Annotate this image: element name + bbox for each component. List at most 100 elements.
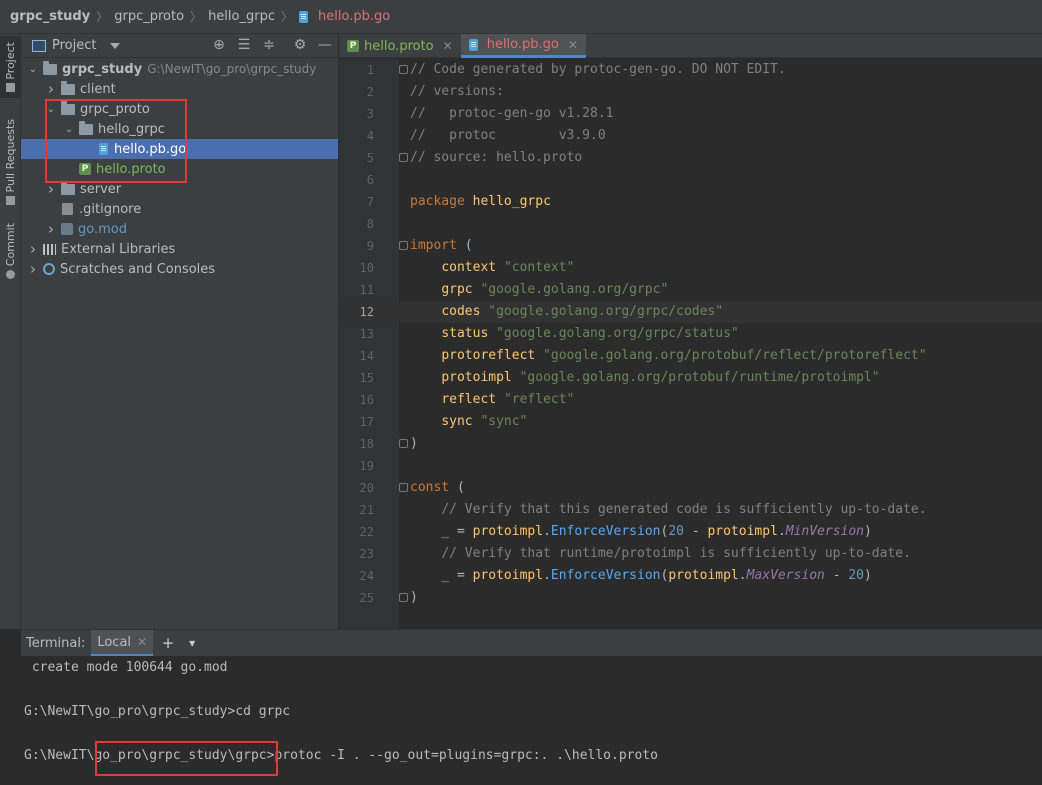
breadcrumb-item[interactable]: grpc_study xyxy=(10,9,90,24)
chevron-right-icon[interactable]: › xyxy=(45,220,57,238)
code-token: package xyxy=(410,194,473,209)
code-token: protoimpl xyxy=(707,524,778,539)
fold-marker-icon[interactable] xyxy=(399,65,408,74)
locate-icon[interactable]: ⊕ xyxy=(212,38,226,52)
code-token: "google.golang.org/protobuf/reflect/prot… xyxy=(543,348,927,363)
line-number: 1 xyxy=(366,63,374,77)
code-line: 12 codes "google.golang.org/grpc/codes" xyxy=(339,301,1042,323)
line-number: 20 xyxy=(359,481,374,495)
terminal-panel: Terminal: Local ✕ + ▾ create mode 100644 … xyxy=(21,629,1042,785)
code-text: // Verify that runtime/protoimpl is suff… xyxy=(410,543,911,565)
code-line: 18) xyxy=(339,433,1042,455)
line-number: 14 xyxy=(359,349,374,363)
tree-item[interactable]: › go.mod xyxy=(21,219,338,239)
code-line: 23 // Verify that runtime/protoimpl is s… xyxy=(339,543,1042,565)
line-number: 17 xyxy=(359,415,374,429)
tree-item[interactable]: › External Libraries xyxy=(21,239,338,259)
chevron-right-icon[interactable]: › xyxy=(27,240,39,258)
fold-marker-icon[interactable] xyxy=(399,483,408,492)
code-line: 4 // protoc v3.9.0 xyxy=(339,125,1042,147)
line-number: 8 xyxy=(366,217,374,231)
code-token: ( xyxy=(456,480,465,495)
minimize-icon[interactable]: — xyxy=(318,38,332,52)
collapse-all-icon[interactable]: ≑ xyxy=(262,38,276,52)
chevron-down-icon[interactable]: ⌄ xyxy=(27,64,39,75)
fold-marker-icon[interactable] xyxy=(399,593,408,602)
tree-item-label: grpc_study xyxy=(62,61,143,77)
gear-icon[interactable]: ⚙ xyxy=(293,38,307,52)
code-text: // source: hello.proto xyxy=(410,147,582,169)
line-number: 19 xyxy=(359,459,374,473)
code-token: status xyxy=(441,326,497,341)
code-token: sync xyxy=(441,414,481,429)
line-number: 6 xyxy=(366,173,374,187)
line-number: 9 xyxy=(366,239,374,253)
code-token: codes xyxy=(441,304,489,319)
tab-hello-pb-go[interactable]: hello.pb.go ✕ xyxy=(460,34,586,58)
fold-marker-icon[interactable] xyxy=(399,439,408,448)
tree-item[interactable]: ⌄ grpc_study G:\NewIT\go_pro\grpc_study xyxy=(21,59,338,79)
strip-tab-commit[interactable]: Commit xyxy=(0,220,21,282)
breadcrumb-item[interactable]: hello_grpc xyxy=(208,9,275,24)
code-token: // Verify that runtime/protoimpl is suff… xyxy=(441,546,911,561)
code-token: "reflect" xyxy=(503,392,575,407)
chevron-down-icon[interactable]: ▾ xyxy=(183,636,201,650)
fold-marker-icon[interactable] xyxy=(399,241,408,250)
strip-tab-project[interactable]: Project xyxy=(0,36,21,98)
code-token: ) xyxy=(864,524,872,539)
code-line: 24 _ = protoimpl.EnforceVersion(protoimp… xyxy=(339,565,1042,587)
fold-marker-icon[interactable] xyxy=(399,153,408,162)
code-token: MinVersion xyxy=(785,524,865,539)
expand-all-icon[interactable]: ☰ xyxy=(237,38,251,52)
strip-tab-label: Project xyxy=(4,41,17,80)
tab-hello-proto[interactable]: P hello.proto ✕ xyxy=(339,34,461,58)
breadcrumb-item-current[interactable]: hello.pb.go xyxy=(318,9,390,24)
code-token: // versions: xyxy=(410,84,504,99)
line-number: 25 xyxy=(359,591,374,605)
close-icon[interactable]: ✕ xyxy=(568,38,578,52)
line-number: 13 xyxy=(359,327,374,341)
chevron-right-icon[interactable]: › xyxy=(27,260,39,278)
strip-tab-pull-requests[interactable]: Pull Requests xyxy=(0,112,21,212)
code-text: context "context" xyxy=(410,257,574,279)
tree-item[interactable]: › client xyxy=(21,79,338,99)
chevron-right-icon: 〉 xyxy=(96,10,109,24)
tree-item[interactable]: .gitignore xyxy=(21,199,338,219)
chevron-down-icon[interactable] xyxy=(110,42,121,49)
code-token: protoimpl xyxy=(668,568,739,583)
code-token: hello_grpc xyxy=(472,194,551,209)
folder-icon xyxy=(61,180,75,195)
chevron-right-icon[interactable]: › xyxy=(45,80,57,98)
chevron-right-icon: 〉 xyxy=(280,10,293,24)
code-text: protoimpl "google.golang.org/protobuf/ru… xyxy=(410,367,879,389)
code-token: EnforceVersion xyxy=(550,524,661,539)
close-icon[interactable]: ✕ xyxy=(137,635,147,649)
project-panel-title[interactable]: Project xyxy=(52,38,96,53)
add-icon[interactable]: + xyxy=(159,634,177,652)
tab-label: hello.proto xyxy=(364,38,434,54)
code-token: "context" xyxy=(503,260,575,275)
line-number: 18 xyxy=(359,437,374,451)
code-token: ) xyxy=(864,568,872,583)
code-area[interactable]: 1 // Code generated by protoc-gen-go. DO … xyxy=(339,59,1042,629)
code-token: protoimpl xyxy=(441,370,520,385)
code-text: sync "sync" xyxy=(410,411,527,433)
code-token: EnforceVersion xyxy=(550,568,661,583)
code-line: 1 // Code generated by protoc-gen-go. DO … xyxy=(339,59,1042,81)
close-icon[interactable]: ✕ xyxy=(443,39,453,53)
proto-file-icon: P xyxy=(347,40,359,52)
code-token: 20 xyxy=(668,524,684,539)
breadcrumb-item[interactable]: grpc_proto xyxy=(114,9,184,24)
code-text: ) xyxy=(410,587,418,609)
tree-item[interactable]: › Scratches and Consoles xyxy=(21,259,338,279)
terminal-tab-local[interactable]: Local ✕ xyxy=(91,630,154,656)
code-token: protoreflect xyxy=(441,348,544,363)
tree-item-label: .gitignore xyxy=(79,201,142,217)
code-text: protoreflect "google.golang.org/protobuf… xyxy=(410,345,927,367)
